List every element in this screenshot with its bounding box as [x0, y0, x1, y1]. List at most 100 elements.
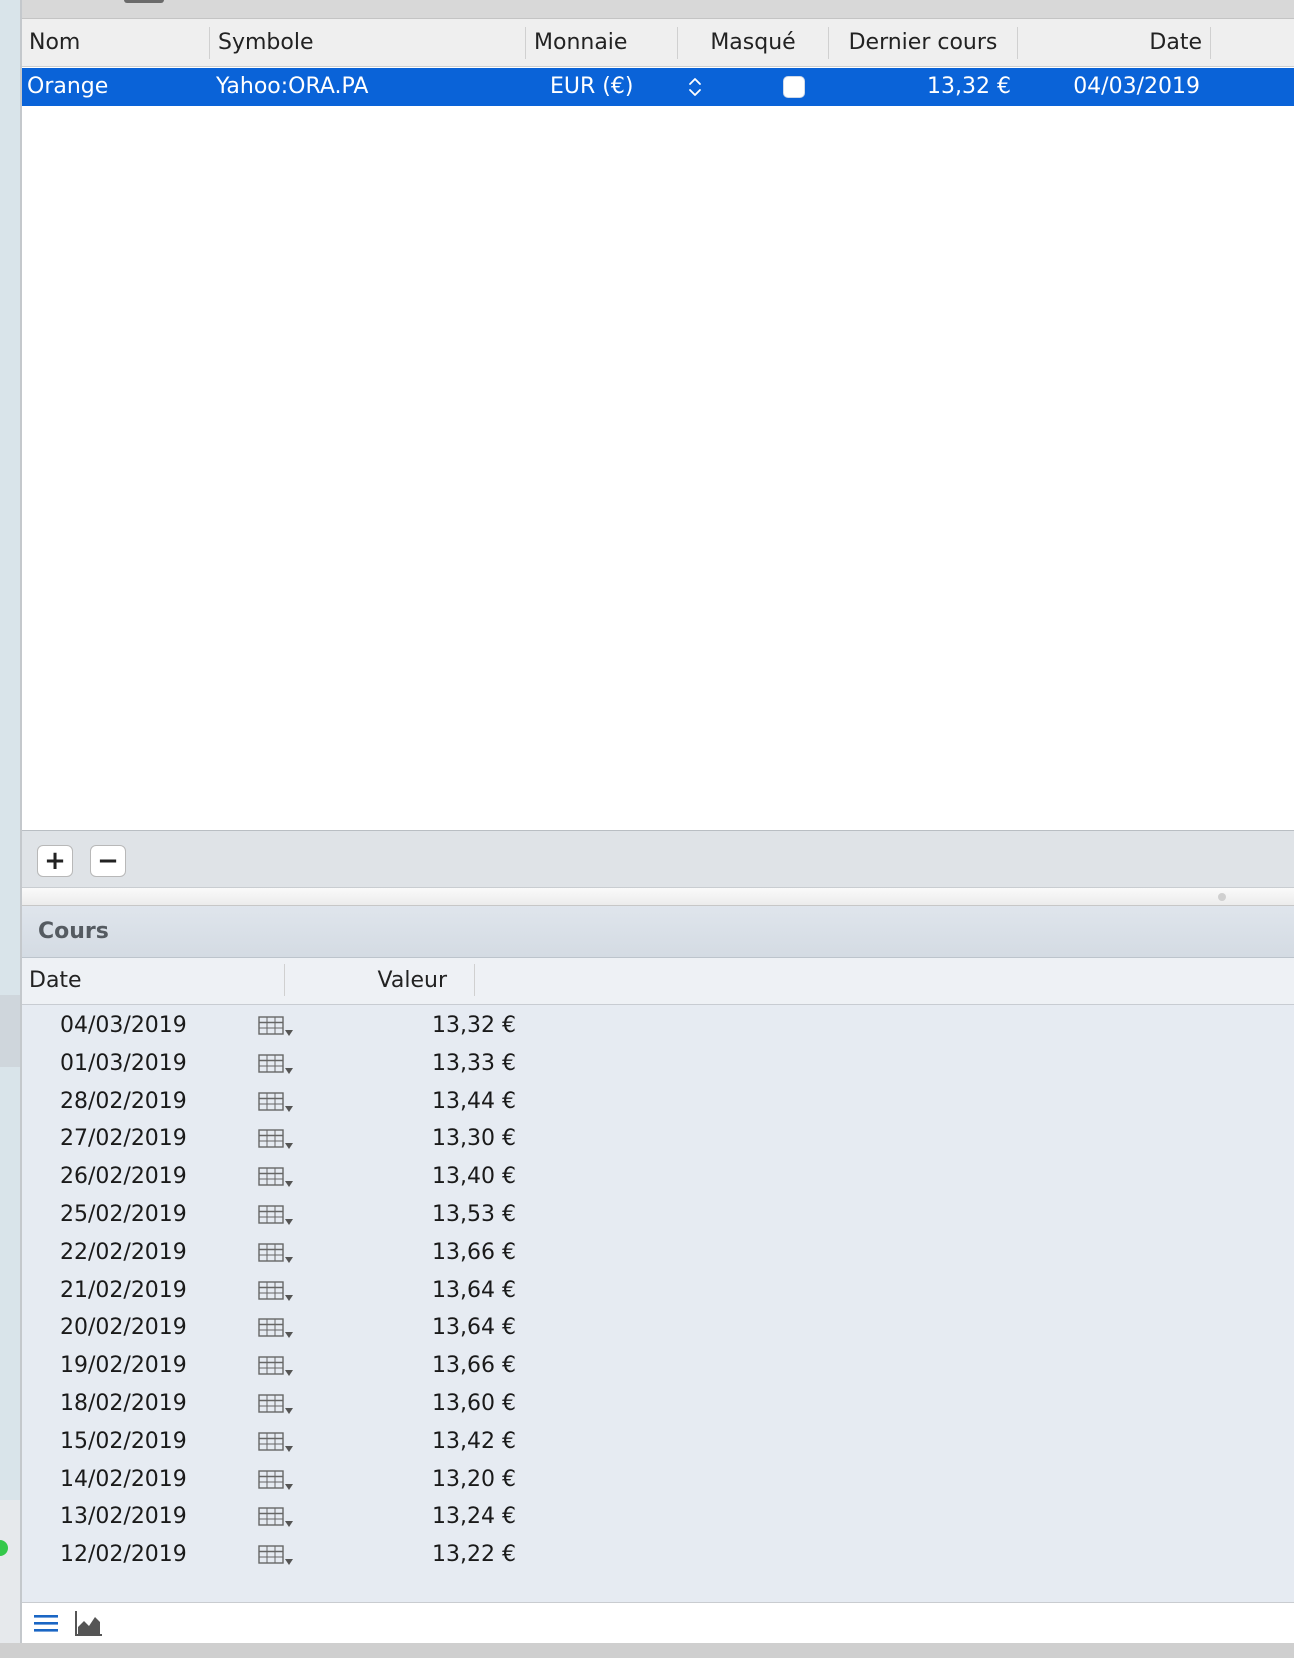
price-date[interactable]: 14/02/2019 [60, 1460, 187, 1500]
price-history-header: Date Valeur [22, 958, 1294, 1005]
price-value: 13,66 € [432, 1239, 516, 1265]
price-value: 13,44 € [432, 1088, 516, 1114]
plus-icon: + [44, 846, 66, 876]
price-value: 13,30 € [432, 1126, 516, 1152]
remove-button[interactable]: − [90, 845, 126, 877]
calendar-dropdown-icon[interactable] [258, 1167, 294, 1189]
tab-indicator [124, 0, 164, 3]
price-date[interactable]: 04/03/2019 [60, 1006, 187, 1046]
table-row[interactable]: 22/02/2019 13,66 € [22, 1233, 1294, 1273]
window-bottom-edge [0, 1643, 1294, 1658]
price-value: 13,64 € [432, 1277, 516, 1303]
column-separator[interactable] [1210, 27, 1211, 59]
table-row[interactable]: 19/02/2019 13,66 € [22, 1346, 1294, 1386]
price-date[interactable]: 27/02/2019 [60, 1119, 187, 1159]
price-date[interactable]: 15/02/2019 [60, 1422, 187, 1462]
price-value: 13,60 € [432, 1391, 516, 1416]
column-header-date[interactable]: Date [29, 958, 82, 1004]
splitter-handle-icon[interactable] [1218, 893, 1226, 901]
calendar-dropdown-icon[interactable] [258, 1394, 294, 1416]
price-date[interactable]: 25/02/2019 [60, 1195, 187, 1235]
table-row[interactable]: 04/03/2019 13,32 € [22, 1006, 1294, 1046]
bottom-toolbar [22, 1602, 1294, 1643]
table-row[interactable]: 28/02/2019 13,44 € [22, 1082, 1294, 1122]
price-history-table: Date Valeur 04/03/2019 13,32 € 01/03/2019 1… [22, 958, 1294, 1602]
price-value: 13,42 € [432, 1428, 516, 1454]
table-row[interactable]: 25/02/2019 13,53 € [22, 1195, 1294, 1235]
price-value: 13,20 € [432, 1466, 516, 1492]
table-row[interactable]: 12/02/2019 13,22 € [22, 1535, 1294, 1575]
calendar-dropdown-icon[interactable] [258, 1356, 294, 1378]
price-date[interactable]: 26/02/2019 [60, 1157, 187, 1197]
table-row[interactable]: 21/02/2019 13,64 € [22, 1271, 1294, 1311]
price-value: 13,32 € [432, 1013, 516, 1038]
table-row[interactable]: 27/02/2019 13,30 € [22, 1119, 1294, 1159]
price-date[interactable]: 18/02/2019 [60, 1384, 187, 1424]
column-separator[interactable] [474, 964, 475, 996]
list-view-icon[interactable] [31, 1609, 61, 1637]
securities-table-header: Nom Symbole Monnaie Masqué Dernier cours… [22, 19, 1294, 67]
price-value: 13,22 € [432, 1542, 516, 1568]
price-value: 13,33 € [432, 1050, 516, 1076]
column-header-nom[interactable]: Nom [29, 19, 80, 66]
window-top-band [0, 0, 1294, 19]
table-row[interactable]: 13/02/2019 13,24 € [22, 1497, 1294, 1537]
chart-view-icon[interactable] [73, 1609, 103, 1637]
add-button[interactable]: + [37, 845, 73, 877]
price-value: 13,66 € [432, 1353, 516, 1379]
price-date[interactable]: 28/02/2019 [60, 1082, 187, 1122]
column-header-dernier-cours[interactable]: Dernier cours [829, 19, 1017, 66]
calendar-dropdown-icon[interactable] [258, 1318, 294, 1340]
calendar-dropdown-icon[interactable] [258, 1432, 294, 1454]
price-value: 13,53 € [432, 1202, 516, 1227]
price-date[interactable]: 22/02/2019 [60, 1233, 187, 1273]
column-header-symbole[interactable]: Symbole [218, 19, 314, 66]
calendar-dropdown-icon[interactable] [258, 1091, 294, 1114]
split-view-divider[interactable] [22, 888, 1294, 906]
price-value: 13,40 € [432, 1164, 516, 1190]
cours-section-header: Cours [22, 906, 1294, 958]
security-name[interactable]: Orange [27, 68, 108, 106]
currency-select[interactable]: EUR (€) [550, 68, 633, 106]
calendar-dropdown-icon[interactable] [258, 1129, 294, 1151]
table-row[interactable]: Orange Yahoo:ORA.PA EUR (€) 13,32 € 04/0… [22, 68, 1294, 106]
price-date[interactable]: 19/02/2019 [60, 1346, 187, 1386]
table-row[interactable]: 26/02/2019 13,40 € [22, 1157, 1294, 1197]
calendar-dropdown-icon[interactable] [258, 1545, 294, 1567]
table-row[interactable]: 01/03/2019 13,33 € [22, 1044, 1294, 1084]
last-price: 13,32 € [927, 74, 1011, 99]
minus-icon: − [97, 846, 119, 876]
price-date[interactable]: 13/02/2019 [60, 1497, 187, 1537]
chevron-updown-icon[interactable] [686, 75, 704, 99]
column-header-date[interactable]: Date [1018, 19, 1202, 66]
column-header-masque[interactable]: Masqué [678, 19, 828, 66]
calendar-dropdown-icon[interactable] [258, 1054, 294, 1076]
price-date[interactable]: 21/02/2019 [60, 1271, 187, 1311]
calendar-dropdown-icon[interactable] [258, 1469, 294, 1492]
cours-title: Cours [38, 919, 109, 944]
calendar-dropdown-icon[interactable] [258, 1243, 294, 1265]
sidebar-selection-edge [0, 995, 20, 1067]
column-header-valeur[interactable]: Valeur [285, 958, 447, 1004]
security-symbol[interactable]: Yahoo:ORA.PA [216, 68, 368, 106]
price-value: 13,24 € [432, 1504, 516, 1530]
table-row[interactable]: 14/02/2019 13,20 € [22, 1460, 1294, 1500]
calendar-dropdown-icon[interactable] [258, 1205, 294, 1227]
sidebar-lower-edge [0, 1500, 20, 1658]
price-date[interactable]: 12/02/2019 [60, 1535, 187, 1575]
calendar-dropdown-icon[interactable] [258, 1016, 294, 1038]
table-row[interactable]: 20/02/2019 13,64 € [22, 1308, 1294, 1348]
calendar-dropdown-icon[interactable] [258, 1280, 294, 1303]
price-date[interactable]: 01/03/2019 [60, 1044, 187, 1084]
table-row[interactable]: 18/02/2019 13,60 € [22, 1384, 1294, 1424]
table-row[interactable]: 15/02/2019 13,42 € [22, 1422, 1294, 1462]
price-date[interactable]: 20/02/2019 [60, 1308, 187, 1348]
calendar-dropdown-icon[interactable] [258, 1507, 294, 1529]
last-price-date: 04/03/2019 [1073, 74, 1200, 99]
column-separator[interactable] [209, 27, 210, 59]
sidebar-edge [0, 0, 20, 1658]
column-header-monnaie[interactable]: Monnaie [534, 19, 627, 66]
price-value: 13,64 € [432, 1315, 516, 1341]
column-separator[interactable] [525, 27, 526, 59]
hidden-checkbox[interactable] [783, 76, 805, 98]
